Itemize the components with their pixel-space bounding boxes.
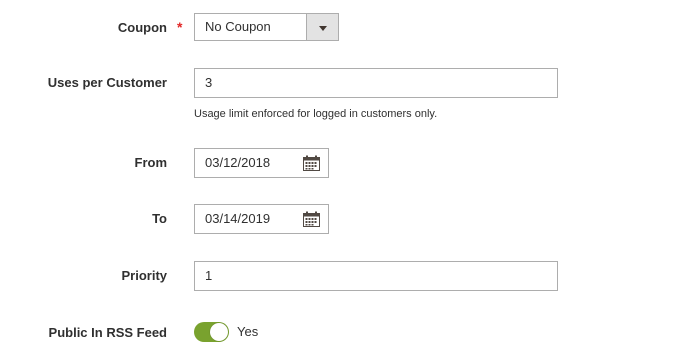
from-label: From [134, 155, 168, 170]
to-date-value: 03/14/2019 [205, 211, 271, 226]
to-label: To [152, 211, 167, 226]
from-date-input[interactable]: 03/12/2018 [194, 148, 329, 178]
uses-per-customer-input[interactable]: 3 [194, 68, 558, 98]
priority-input[interactable]: 1 [194, 261, 558, 291]
coupon-label: Coupon [117, 20, 167, 35]
rss-feed-toggle[interactable] [194, 322, 229, 342]
to-date-input[interactable]: 03/14/2019 [194, 204, 329, 234]
usage-limit-note: Usage limit enforced for logged in custo… [194, 108, 438, 120]
required-marker: * [177, 19, 183, 35]
calendar-icon[interactable] [303, 155, 320, 171]
coupon-select[interactable]: No Coupon [194, 13, 339, 41]
uses-per-customer-label: Uses per Customer [47, 75, 167, 90]
uses-per-customer-value: 3 [205, 75, 213, 90]
rss-feed-label: Public In RSS Feed [48, 325, 167, 340]
priority-value: 1 [205, 268, 213, 283]
from-date-value: 03/12/2018 [205, 155, 271, 170]
calendar-icon[interactable] [303, 211, 320, 227]
coupon-selected-value: No Coupon [205, 19, 271, 34]
chevron-down-icon[interactable] [306, 14, 338, 40]
rss-feed-state-text: Yes [237, 324, 259, 339]
toggle-knob [210, 323, 228, 341]
priority-label: Priority [121, 268, 167, 283]
